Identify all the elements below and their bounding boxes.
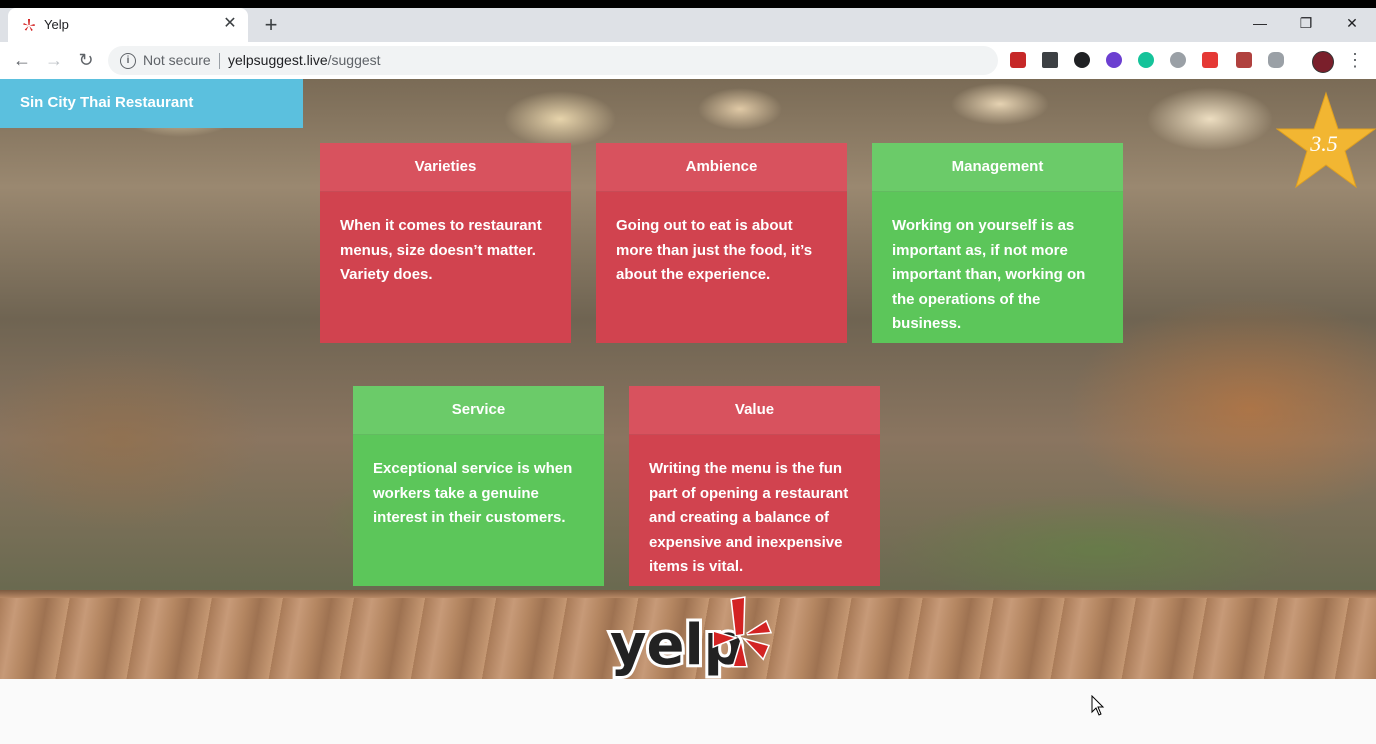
- hero-background: Sin City Thai Restaurant 3.5 Varieties W…: [0, 79, 1376, 679]
- extension-shield-icon[interactable]: [1042, 52, 1058, 68]
- pdf-extension-icon[interactable]: [1236, 52, 1252, 68]
- card-varieties: Varieties When it comes to restaurant me…: [320, 143, 571, 343]
- forward-arrow-icon[interactable]: →: [44, 50, 64, 70]
- yelp-logo-text: yelp: [610, 613, 744, 678]
- card-title: Ambience: [596, 143, 847, 192]
- close-window-button[interactable]: ✕: [1329, 8, 1375, 38]
- grammarly-icon[interactable]: [1138, 52, 1154, 68]
- reload-icon[interactable]: ↻: [76, 50, 96, 70]
- card-title: Value: [629, 386, 880, 435]
- restore-button[interactable]: ❐: [1283, 8, 1329, 38]
- extension-red-icon[interactable]: [1010, 52, 1026, 68]
- card-management: Management Working on yourself is as imp…: [872, 143, 1123, 343]
- url-path: /suggest: [327, 52, 381, 68]
- info-icon[interactable]: i: [120, 53, 136, 69]
- minimize-button[interactable]: —: [1237, 8, 1283, 38]
- card-ambience: Ambience Going out to eat is about more …: [596, 143, 847, 343]
- card-text: Going out to eat is about more than just…: [616, 217, 813, 283]
- cloud-extension-icon[interactable]: [1268, 52, 1284, 68]
- back-arrow-icon[interactable]: ←: [12, 50, 32, 70]
- card-value: Value Writing the menu is the fun part o…: [629, 386, 880, 586]
- extension-grey-icon[interactable]: [1170, 52, 1186, 68]
- card-title: Service: [353, 386, 604, 435]
- card-title: Management: [872, 143, 1123, 192]
- card-text: Exceptional service is when workers take…: [373, 460, 573, 526]
- yelp-favicon-icon: [23, 19, 35, 31]
- card-text: Writing the menu is the fun part of open…: [649, 460, 849, 575]
- window-top-border: [0, 0, 1376, 8]
- address-separator: [219, 53, 220, 69]
- extension-badge-icon[interactable]: [1202, 52, 1218, 68]
- mouse-cursor-icon: [1091, 695, 1105, 716]
- address-bar[interactable]: i Not secure yelpsuggest.live/suggest ☆: [108, 46, 998, 75]
- card-title: Varieties: [320, 143, 571, 192]
- tab-yelp[interactable]: Yelp ✕: [8, 8, 248, 42]
- card-service: Service Exceptional service is when work…: [353, 386, 604, 586]
- new-tab-button[interactable]: +: [260, 14, 282, 36]
- tab-close-icon[interactable]: ✕: [220, 14, 240, 34]
- extension-purple-icon[interactable]: [1106, 52, 1122, 68]
- rating-star-icon: 3.5: [1276, 91, 1376, 189]
- menu-kebab-icon[interactable]: ⋮: [1346, 50, 1364, 70]
- url-text[interactable]: yelpsuggest.live/suggest: [228, 52, 381, 68]
- browser-toolbar: ← → ↻ i Not secure yelpsuggest.live/sugg…: [0, 42, 1376, 80]
- restaurant-name-banner: Sin City Thai Restaurant: [0, 79, 303, 128]
- url-host: yelpsuggest.live: [228, 52, 328, 68]
- security-label[interactable]: Not secure: [143, 52, 211, 68]
- profile-avatar[interactable]: [1312, 51, 1334, 73]
- restaurant-name: Sin City Thai Restaurant: [20, 94, 194, 111]
- card-text: Working on yourself is as important as, …: [892, 217, 1086, 332]
- yelp-logo: yelp: [607, 596, 773, 679]
- card-text: When it comes to restaurant menus, size …: [340, 217, 542, 283]
- tab-title: Yelp: [44, 17, 69, 32]
- extension-circle-icon[interactable]: [1074, 52, 1090, 68]
- rating-value: 3.5: [1309, 131, 1338, 156]
- tab-strip: Yelp ✕ + — ❐ ✕: [0, 8, 1376, 42]
